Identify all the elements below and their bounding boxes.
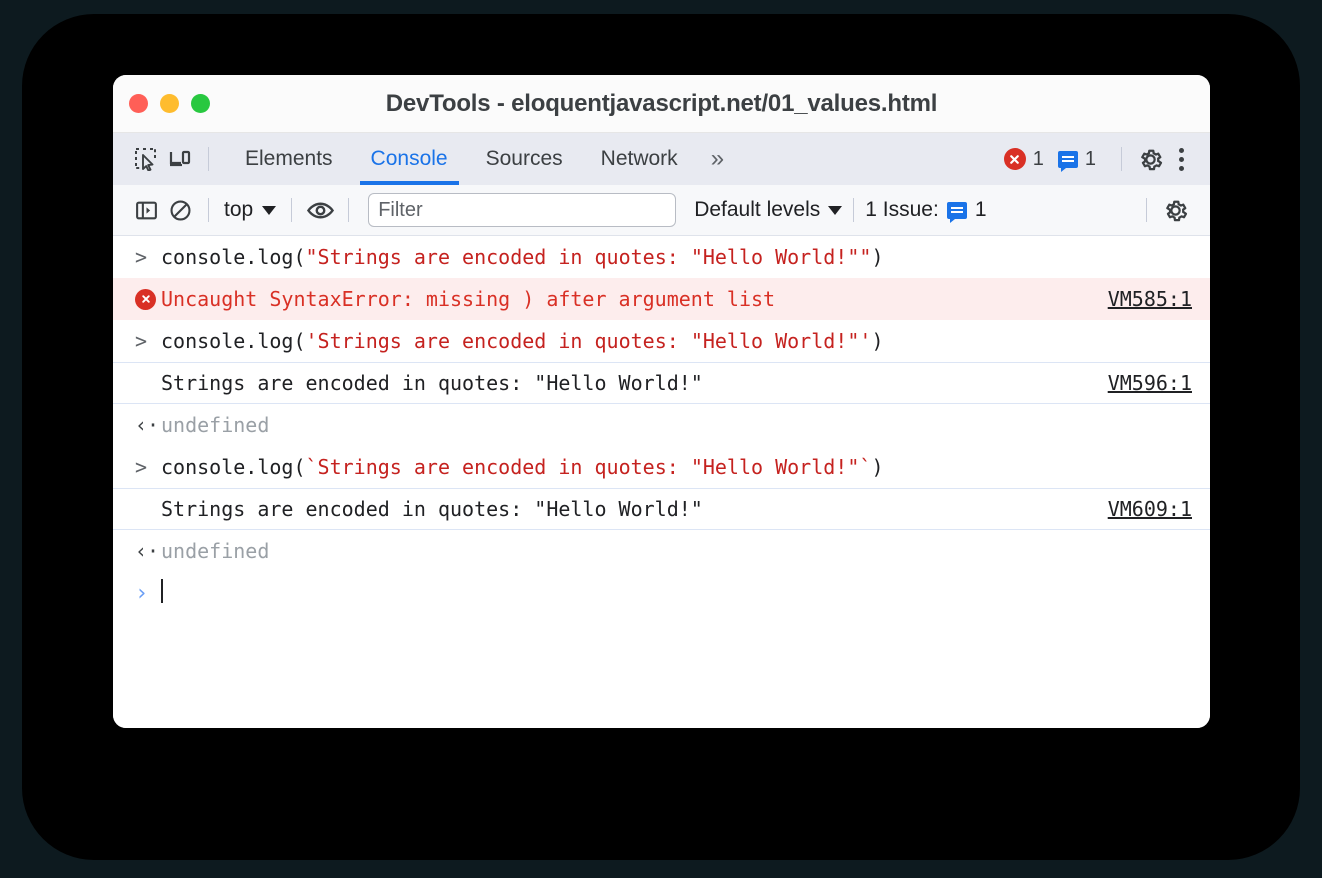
console-toolbar-divider-5 [1146,198,1147,222]
issue-message-icon [947,202,967,219]
console-row-text: Strings are encoded in quotes: "Hello Wo… [161,497,1094,521]
console-row-output[interactable]: Strings are encoded in quotes: "Hello Wo… [113,488,1210,530]
source-location-link[interactable]: VM609:1 [1108,497,1192,521]
console-row-error[interactable]: Uncaught SyntaxError: missing ) after ar… [113,278,1210,320]
execution-context-selector[interactable]: top [220,198,280,222]
tab-elements[interactable]: Elements [226,133,352,185]
kebab-menu-icon[interactable] [1167,148,1196,171]
console-toolbar: top Default levels 1 Issue: 1 [113,185,1210,236]
title-bar: DevTools - eloquentjavascript.net/01_val… [113,75,1210,133]
message-icon [1058,151,1078,168]
traffic-lights [129,94,210,113]
console-row-gutter: ‹· [135,413,161,437]
gear-icon[interactable] [1133,142,1167,176]
chevron-down-icon [262,206,276,215]
console-row-gutter: > [135,245,161,269]
error-icon [135,289,161,310]
more-tabs-chevron-icon[interactable]: » [697,133,738,185]
tab-console[interactable]: Console [352,133,467,185]
console-row-output[interactable]: Strings are encoded in quotes: "Hello Wo… [113,362,1210,404]
devtools-tab-bar: Elements Console Sources Network » 1 1 [113,133,1210,185]
log-levels-selector[interactable]: Default levels [694,198,842,222]
console-settings-gear-icon[interactable] [1158,193,1192,227]
console-toolbar-divider-4 [853,198,854,222]
tabbar-divider [208,147,209,171]
panel-tabs: Elements Console Sources Network » [226,133,738,185]
log-levels-label: Default levels [694,198,820,222]
console-toolbar-divider-1 [208,198,209,222]
clear-console-icon[interactable] [163,193,197,227]
source-location-link[interactable]: VM596:1 [1108,371,1192,395]
filter-input[interactable] [368,193,676,227]
error-count-badge[interactable]: 1 [1004,148,1044,171]
console-row-text: undefined [161,413,1192,437]
console-toolbar-right [1135,193,1210,227]
tab-network[interactable]: Network [582,133,697,185]
live-expression-icon[interactable] [303,193,337,227]
console-row-text: undefined [161,539,1192,563]
chevron-down-icon [828,206,842,215]
console-row-text: console.log("Strings are encoded in quot… [161,245,1192,269]
maximize-window-button[interactable] [191,94,210,113]
issues-count: 1 [975,198,987,222]
console-row-input[interactable]: >console.log(`Strings are encoded in quo… [113,446,1210,488]
tabbar-status-area: 1 1 [1004,142,1210,176]
minimize-window-button[interactable] [160,94,179,113]
close-window-button[interactable] [129,94,148,113]
console-row-text: Strings are encoded in quotes: "Hello Wo… [161,371,1094,395]
inspect-element-icon[interactable] [129,142,163,176]
message-count-badge[interactable]: 1 [1058,148,1096,171]
window-title: DevTools - eloquentjavascript.net/01_val… [113,90,1210,118]
console-row-gutter: › [135,581,161,606]
console-row-prompt[interactable]: › [113,572,1210,614]
devtools-window: DevTools - eloquentjavascript.net/01_val… [113,75,1210,728]
console-row-gutter: ‹· [135,539,161,563]
status-divider [1121,147,1122,171]
issues-badge[interactable]: 1 Issue: 1 [865,198,986,222]
device-toolbar-icon[interactable] [163,142,197,176]
console-row-text: console.log('Strings are encoded in quot… [161,329,1192,353]
text-cursor [161,579,163,603]
show-console-sidebar-icon[interactable] [129,193,163,227]
console-toolbar-divider-3 [348,198,349,222]
console-row-result[interactable]: ‹·undefined [113,530,1210,572]
message-count-label: 1 [1085,148,1096,171]
console-message-list[interactable]: >console.log("Strings are encoded in quo… [113,236,1210,728]
console-row-input[interactable]: >console.log('Strings are encoded in quo… [113,320,1210,362]
issues-label: 1 Issue: [865,198,939,222]
error-count-label: 1 [1033,148,1044,171]
console-toolbar-divider-2 [291,198,292,222]
tab-sources[interactable]: Sources [467,133,582,185]
console-row-gutter: > [135,455,161,479]
console-row-gutter: > [135,329,161,353]
console-row-text [161,579,1192,608]
console-row-result[interactable]: ‹·undefined [113,404,1210,446]
console-row-input[interactable]: >console.log("Strings are encoded in quo… [113,236,1210,278]
source-location-link[interactable]: VM585:1 [1108,287,1192,311]
console-row-text: console.log(`Strings are encoded in quot… [161,455,1192,479]
execution-context-label: top [224,198,253,222]
error-x-icon [1004,148,1026,170]
console-row-text: Uncaught SyntaxError: missing ) after ar… [161,287,1094,311]
